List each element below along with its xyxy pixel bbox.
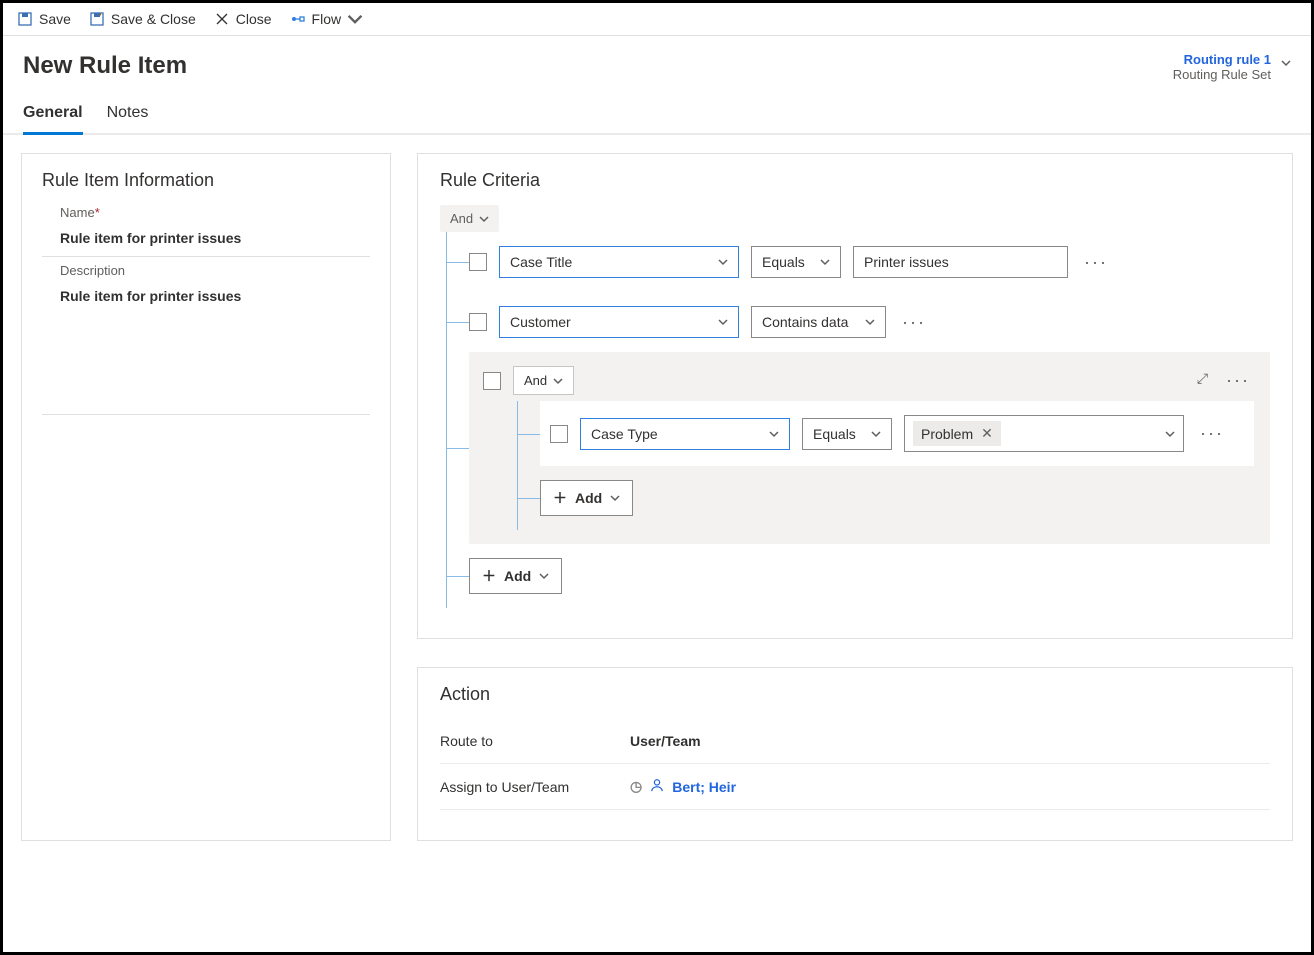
- context-link[interactable]: Routing rule 1: [1173, 52, 1271, 67]
- info-section-title: Rule Item Information: [42, 170, 370, 191]
- field-select[interactable]: Case Title: [499, 246, 739, 278]
- field-label: Case Type: [591, 426, 658, 442]
- row-checkbox[interactable]: [550, 425, 568, 443]
- chevron-down-icon: [718, 257, 728, 267]
- rule-criteria-card: Rule Criteria And Case Title Equals: [417, 153, 1293, 639]
- save-icon: [17, 11, 33, 27]
- criteria-row: Case Type Equals Problem: [540, 401, 1254, 466]
- save-close-icon: •: [89, 11, 105, 27]
- add-label: Add: [504, 568, 531, 584]
- action-card: Action Route to User/Team Assign to User…: [417, 667, 1293, 841]
- plus-icon: ＋: [482, 566, 496, 586]
- operator-select[interactable]: Equals: [751, 246, 841, 278]
- add-row: ＋ Add: [540, 466, 1254, 530]
- root-operator-label: And: [450, 211, 473, 226]
- value-input[interactable]: Printer issues: [853, 246, 1068, 278]
- chevron-down-icon: [553, 376, 563, 386]
- row-checkbox[interactable]: [469, 313, 487, 331]
- operator-select[interactable]: Equals: [802, 418, 892, 450]
- chevron-down-icon: [1165, 429, 1175, 439]
- plus-icon: ＋: [553, 488, 567, 508]
- close-icon: [214, 11, 230, 27]
- name-label: Name*: [60, 205, 370, 220]
- operator-label: Contains data: [762, 314, 848, 330]
- criteria-row: Case Title Equals Printer issues ···: [469, 232, 1270, 292]
- chevron-down-icon: [871, 429, 881, 439]
- row-checkbox[interactable]: [483, 372, 501, 390]
- chevron-down-icon: [718, 317, 728, 327]
- close-label: Close: [236, 11, 272, 27]
- assign-label: Assign to User/Team: [440, 779, 630, 795]
- criteria-section-title: Rule Criteria: [440, 170, 1270, 191]
- route-to-value[interactable]: User/Team: [630, 733, 701, 749]
- value-multiselect[interactable]: Problem ✕: [904, 415, 1184, 452]
- person-icon: [650, 778, 664, 795]
- root-operator-select[interactable]: And: [440, 205, 499, 232]
- value-text: Printer issues: [864, 254, 949, 270]
- criteria-row: Customer Contains data ···: [469, 292, 1270, 352]
- recent-icon: ◷: [630, 778, 642, 795]
- value-tag: Problem ✕: [913, 421, 1001, 446]
- description-label: Description: [60, 263, 370, 278]
- chevron-down-icon: [479, 214, 489, 224]
- add-label: Add: [575, 490, 602, 506]
- route-to-label: Route to: [440, 733, 630, 749]
- group-operator-select[interactable]: And: [513, 366, 574, 395]
- operator-label: Equals: [762, 254, 805, 270]
- rule-item-info-card: Rule Item Information Name* Rule item fo…: [21, 153, 391, 841]
- group-operator-label: And: [524, 373, 547, 388]
- field-label: Case Title: [510, 254, 572, 270]
- chevron-down-icon: [820, 257, 830, 267]
- operator-label: Equals: [813, 426, 856, 442]
- flow-button[interactable]: Flow: [290, 11, 364, 27]
- more-icon[interactable]: ···: [1222, 370, 1254, 391]
- field-select[interactable]: Customer: [499, 306, 739, 338]
- description-field[interactable]: Rule item for printer issues: [42, 282, 370, 415]
- assign-value[interactable]: ◷ Bert; Heir: [630, 778, 736, 795]
- page-title: New Rule Item: [23, 52, 187, 80]
- close-button[interactable]: Close: [214, 11, 272, 27]
- flow-icon: [290, 11, 306, 27]
- field-select[interactable]: Case Type: [580, 418, 790, 450]
- collapse-icon[interactable]: ⤢: [1197, 370, 1208, 391]
- chevron-down-icon[interactable]: [1281, 58, 1291, 68]
- row-checkbox[interactable]: [469, 253, 487, 271]
- chevron-down-icon: [769, 429, 779, 439]
- action-section-title: Action: [440, 684, 1270, 705]
- flow-label: Flow: [312, 11, 342, 27]
- tab-general[interactable]: General: [23, 104, 83, 135]
- chevron-down-icon: [347, 11, 363, 27]
- more-icon[interactable]: ···: [1080, 252, 1112, 273]
- tab-notes[interactable]: Notes: [107, 104, 149, 135]
- context-sub: Routing Rule Set: [1173, 67, 1271, 82]
- save-close-label: Save & Close: [111, 11, 196, 27]
- add-row: ＋ Add: [469, 544, 1270, 608]
- add-condition-button[interactable]: ＋ Add: [469, 558, 562, 594]
- tag-text: Problem: [921, 426, 973, 442]
- chevron-down-icon: [539, 571, 549, 581]
- criteria-group-row: And ⤢ ··· Ca: [469, 352, 1270, 544]
- more-icon[interactable]: ···: [1196, 423, 1228, 444]
- save-label: Save: [39, 11, 71, 27]
- name-field[interactable]: Rule item for printer issues: [42, 224, 370, 257]
- save-close-button[interactable]: • Save & Close: [89, 11, 196, 27]
- save-button[interactable]: Save: [17, 11, 71, 27]
- add-condition-button[interactable]: ＋ Add: [540, 480, 633, 516]
- chevron-down-icon: [610, 493, 620, 503]
- remove-tag-icon[interactable]: ✕: [981, 425, 993, 442]
- field-label: Customer: [510, 314, 571, 330]
- operator-select[interactable]: Contains data: [751, 306, 886, 338]
- assign-link[interactable]: Bert; Heir: [672, 779, 736, 795]
- chevron-down-icon: [865, 317, 875, 327]
- more-icon[interactable]: ···: [898, 312, 930, 333]
